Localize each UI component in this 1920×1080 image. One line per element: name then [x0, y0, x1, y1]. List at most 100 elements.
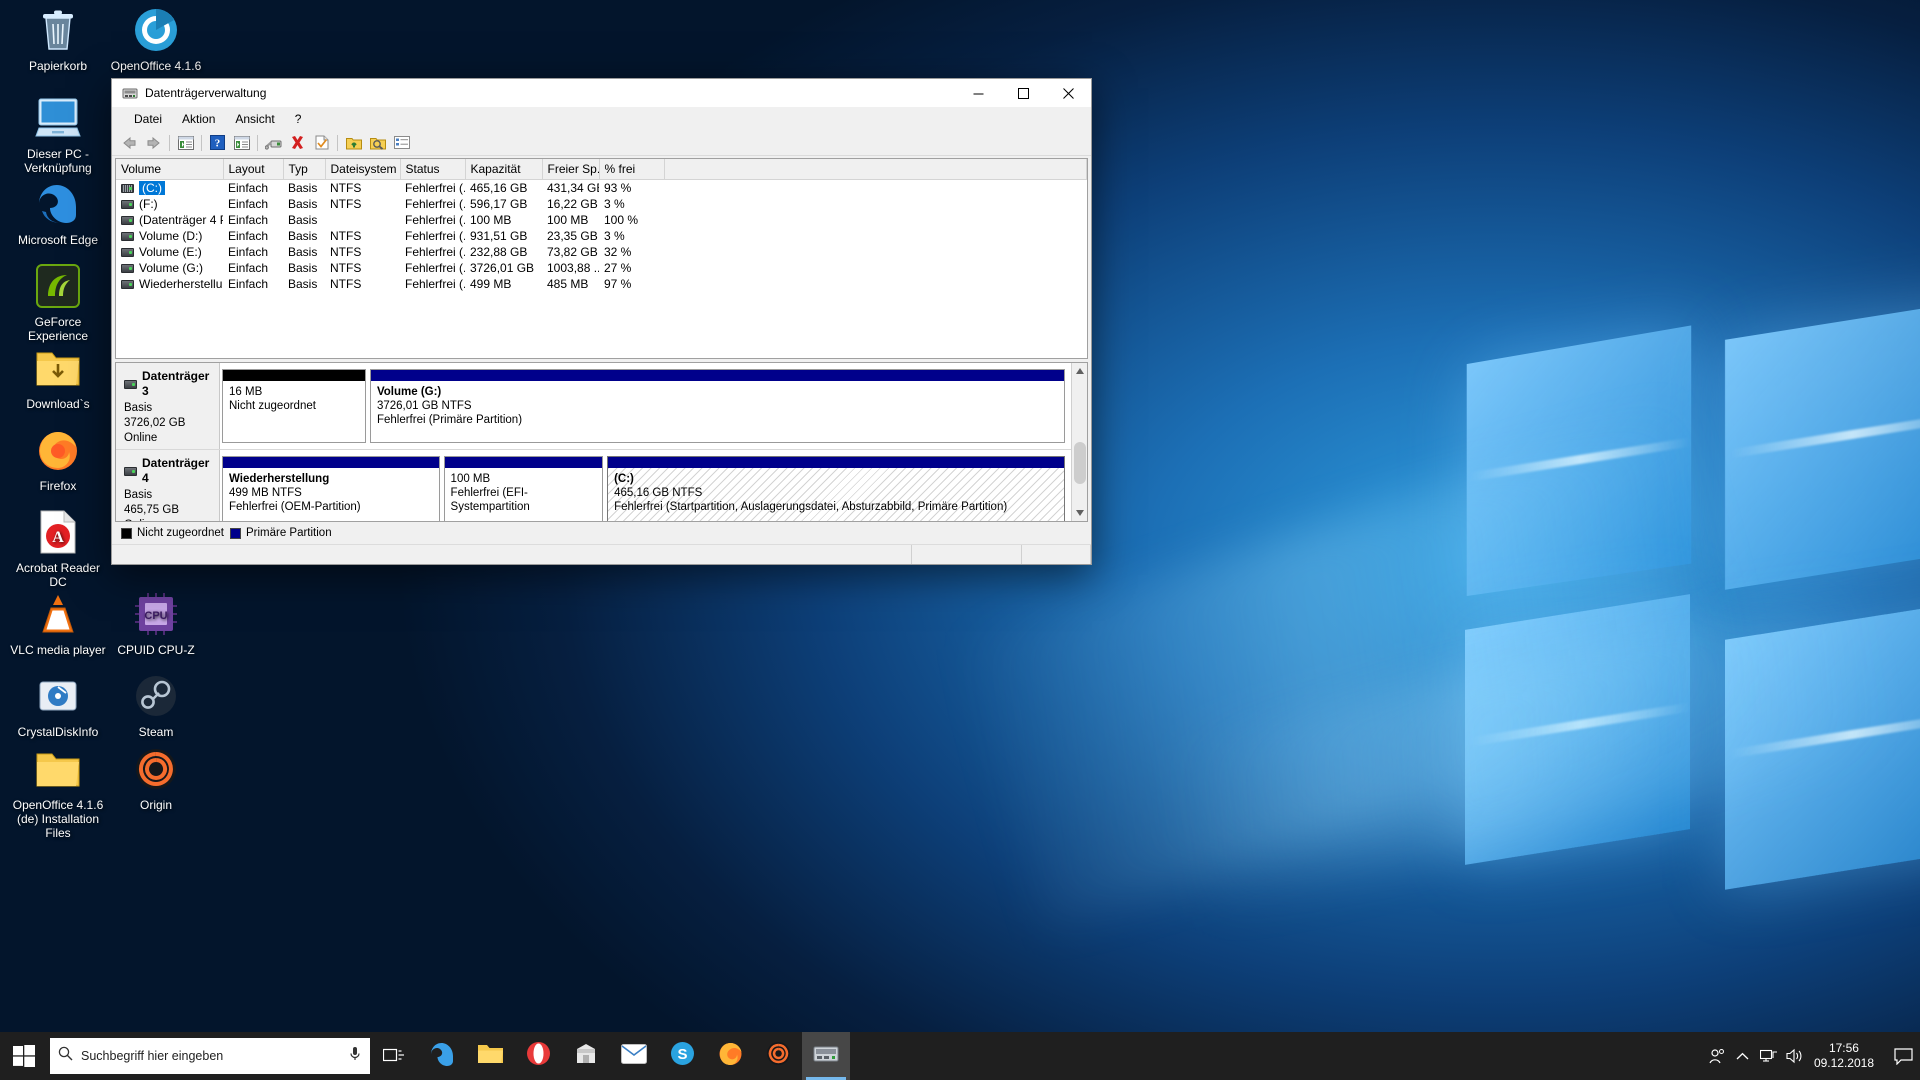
menu-item-datei[interactable]: Datei — [124, 110, 172, 128]
column-header[interactable]: Kapazität — [465, 159, 543, 180]
disk-management-window[interactable]: Datenträgerverwaltung Datei Aktion Ansic… — [111, 78, 1092, 565]
column-header[interactable]: Status — [400, 159, 466, 180]
partition-block[interactable]: (C:) 465,16 GB NTFS Fehlerfrei (Startparti… — [607, 456, 1066, 521]
tool-bar[interactable]: ? — [112, 130, 1091, 156]
volume-icon[interactable] — [1782, 1032, 1808, 1080]
disk-graphical-scroll-area[interactable]: Datenträger 3 Basis 3726,02 GB Online 16 MB N… — [116, 363, 1071, 521]
taskbar-button-edge[interactable] — [418, 1032, 466, 1080]
disk-info-panel[interactable]: Datenträger 3 Basis 3726,02 GB Online — [116, 363, 220, 449]
microphone-icon[interactable] — [348, 1046, 362, 1067]
partition-block[interactable]: 16 MB Nicht zugeordnet — [222, 369, 366, 443]
action-pane-icon[interactable] — [230, 132, 253, 154]
taskbar-button-opera[interactable] — [514, 1032, 562, 1080]
desktop-icon-folder[interactable]: OpenOffice 4.1.6 (de) Installation Files — [10, 745, 106, 840]
taskbar-button-store[interactable] — [562, 1032, 610, 1080]
taskbar[interactable]: Suchbegriff hier eingeben S 17:56 09.12.… — [0, 1032, 1920, 1080]
back-arrow-icon[interactable] — [118, 132, 141, 154]
cell-volume[interactable]: Wiederherstellung — [116, 276, 223, 292]
desktop-icon-steam[interactable]: Steam — [108, 672, 204, 739]
clock[interactable]: 17:56 09.12.2018 — [1808, 1041, 1886, 1071]
taskbar-button-firefox[interactable] — [706, 1032, 754, 1080]
network-icon[interactable] — [1756, 1032, 1782, 1080]
taskbar-button-skype[interactable]: S — [658, 1032, 706, 1080]
console-tree-icon[interactable] — [174, 132, 197, 154]
table-row[interactable]: Wiederherstellung Einfach Basis NTFS Fehlerf… — [116, 276, 1087, 292]
table-row[interactable]: Volume (D:) Einfach Basis NTFS Fehlerfrei (.… — [116, 228, 1087, 244]
desktop-icon-firefox[interactable]: Firefox — [10, 426, 106, 493]
disk-row[interactable]: Datenträger 3 Basis 3726,02 GB Online 16 MB N… — [116, 363, 1071, 450]
volume-table-header[interactable]: Volume Layout Typ Dateisystem Status Kapazitä… — [116, 159, 1087, 180]
partition-strip[interactable]: Wiederherstellung 499 MB NTFS Fehlerfrei (… — [220, 450, 1071, 521]
scroll-down-arrow-icon[interactable] — [1071, 505, 1087, 521]
checkmark-page-icon[interactable] — [310, 132, 333, 154]
people-icon[interactable] — [1704, 1032, 1730, 1080]
list-view-icon[interactable] — [390, 132, 413, 154]
desktop-icon-openoffice[interactable]: OpenOffice 4.1.6 — [108, 6, 204, 73]
action-center-icon[interactable] — [1886, 1032, 1920, 1080]
window-title-bar[interactable]: Datenträgerverwaltung — [112, 79, 1091, 108]
column-header[interactable]: Volume — [116, 159, 224, 180]
table-row[interactable]: Volume (E:) Einfach Basis NTFS Fehlerfrei (.… — [116, 244, 1087, 260]
cell-volume[interactable]: Volume (G:) — [116, 260, 223, 276]
volume-table-body[interactable]: (C:) Einfach Basis NTFS Fehlerfrei (... 465,1… — [116, 180, 1087, 293]
menu-bar[interactable]: Datei Aktion Ansicht ? — [112, 108, 1091, 130]
search-input[interactable]: Suchbegriff hier eingeben — [50, 1038, 370, 1074]
desktop-icon-geforce[interactable]: GeForce Experience — [10, 262, 106, 343]
taskbar-button-disk-management[interactable] — [802, 1032, 850, 1080]
desktop-icon-recycle-bin[interactable]: Papierkorb — [10, 6, 106, 73]
desktop-icon-vlc[interactable]: VLC media player — [10, 590, 106, 657]
cell-volume[interactable]: (F:) — [116, 196, 223, 212]
partition-block[interactable]: Wiederherstellung 499 MB NTFS Fehlerfrei (… — [222, 456, 440, 521]
column-header[interactable]: Typ — [283, 159, 326, 180]
cell-volume[interactable]: (Datenträger 4 Par... — [116, 212, 223, 228]
taskbar-app-list[interactable]: S — [418, 1032, 850, 1080]
cell-volume[interactable]: Volume (E:) — [116, 244, 223, 260]
minimize-button[interactable] — [956, 79, 1001, 108]
desktop-icon-downloads-folder[interactable]: Download`s — [10, 344, 106, 411]
table-row[interactable]: (C:) Einfach Basis NTFS Fehlerfrei (... 465,1… — [116, 180, 1087, 197]
desktop-icon-acrobat[interactable]: A Acrobat Reader DC — [10, 508, 106, 589]
desktop-icon-crystaldiskinfo[interactable]: CrystalDiskInfo — [10, 672, 106, 739]
volume-table[interactable]: Volume Layout Typ Dateisystem Status Kapazitä… — [116, 159, 1087, 292]
taskbar-button-file-explorer[interactable] — [466, 1032, 514, 1080]
column-header[interactable]: Freier Sp... — [542, 159, 600, 180]
close-button[interactable] — [1046, 79, 1091, 108]
table-row[interactable]: (F:) Einfach Basis NTFS Fehlerfrei (... 596,1… — [116, 196, 1087, 212]
graphical-view-scrollbar[interactable] — [1071, 363, 1087, 521]
windows-start-icon[interactable] — [0, 1032, 48, 1080]
taskbar-button-mail[interactable] — [610, 1032, 658, 1080]
table-row[interactable]: (Datenträger 4 Par... Einfach Basis Fehlerf… — [116, 212, 1087, 228]
forward-arrow-icon[interactable] — [142, 132, 165, 154]
desktop-icon-edge[interactable]: Microsoft Edge — [10, 180, 106, 247]
maximize-button[interactable] — [1001, 79, 1046, 108]
task-view-icon[interactable] — [370, 1032, 418, 1080]
system-tray[interactable]: 17:56 09.12.2018 — [1704, 1032, 1920, 1080]
disk-graphical-panel[interactable]: Datenträger 3 Basis 3726,02 GB Online 16 MB N… — [115, 362, 1088, 522]
yellow-folder-search-icon[interactable] — [366, 132, 389, 154]
desktop-icon-this-pc[interactable]: Dieser PC - Verknüpfung — [10, 94, 106, 175]
menu-item-aktion[interactable]: Aktion — [172, 110, 225, 128]
cell-volume[interactable]: Volume (D:) — [116, 228, 223, 244]
scrollbar-thumb[interactable] — [1073, 442, 1086, 484]
partition-block[interactable]: 100 MB Fehlerfrei (EFI-Systempartition — [443, 456, 604, 521]
menu-item-ansicht[interactable]: Ansicht — [225, 110, 284, 128]
column-header[interactable]: % frei — [599, 159, 665, 180]
desktop-icon-cpuz[interactable]: CPU CPUID CPU-Z — [108, 590, 204, 657]
red-x-icon[interactable] — [286, 132, 309, 154]
desktop-icon-origin[interactable]: Origin — [108, 745, 204, 812]
partition-block[interactable]: Volume (G:) 3726,01 GB NTFS Fehlerfrei (Pr… — [369, 369, 1065, 443]
help-icon[interactable]: ? — [206, 132, 229, 154]
disk-row[interactable]: Datenträger 4 Basis 465,75 GB Online Wiederh… — [116, 450, 1071, 521]
scrollbar-track[interactable] — [1071, 379, 1087, 505]
taskbar-button-origin[interactable] — [754, 1032, 802, 1080]
yellow-folder-up-icon[interactable] — [342, 132, 365, 154]
partition-strip[interactable]: 16 MB Nicht zugeordnet Volume (G:) 3726,01 … — [220, 363, 1071, 449]
scroll-up-arrow-icon[interactable] — [1071, 363, 1087, 379]
table-row[interactable]: Volume (G:) Einfach Basis NTFS Fehlerfrei (.… — [116, 260, 1087, 276]
menu-item-help[interactable]: ? — [285, 110, 312, 128]
cell-volume[interactable]: (C:) — [116, 180, 223, 197]
column-header[interactable]: Layout — [223, 159, 284, 180]
volume-list-panel[interactable]: Volume Layout Typ Dateisystem Status Kapazitä… — [115, 158, 1088, 359]
disk-properties-icon[interactable] — [262, 132, 285, 154]
disk-info-panel[interactable]: Datenträger 4 Basis 465,75 GB Online — [116, 450, 220, 521]
